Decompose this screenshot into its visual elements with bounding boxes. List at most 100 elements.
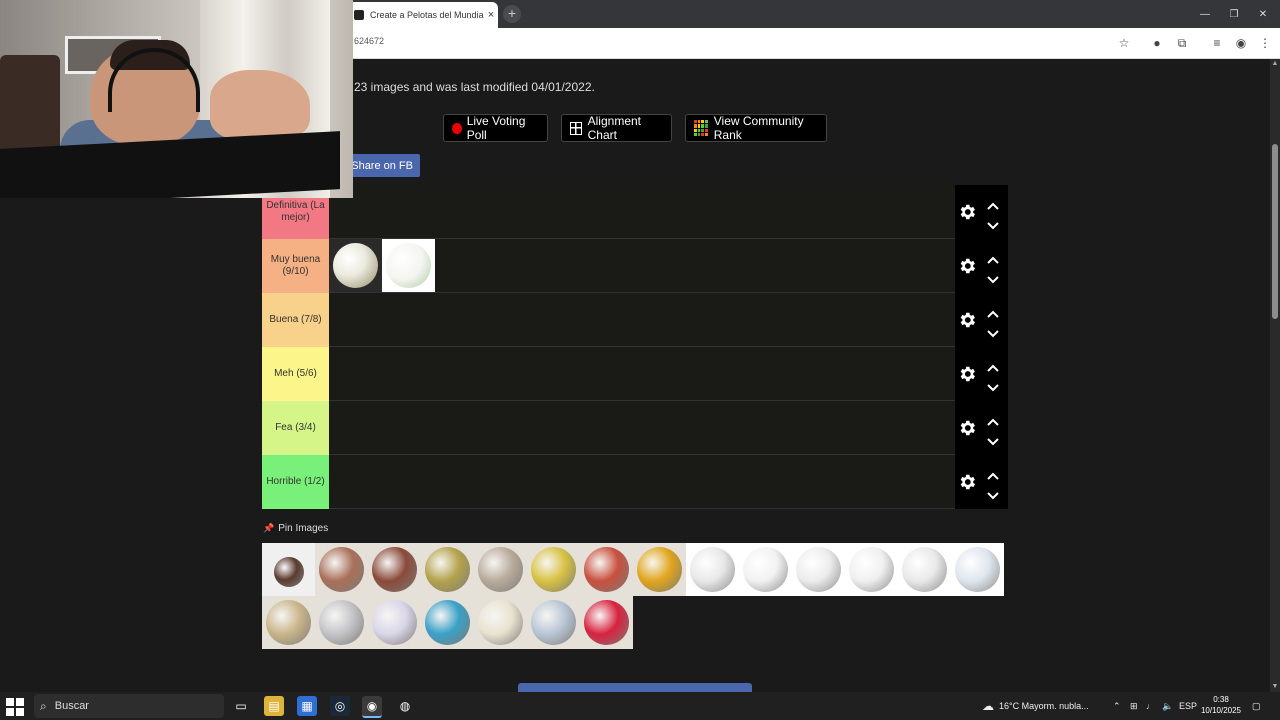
move-up-icon[interactable] [987,467,999,480]
pool-ball-1934[interactable] [315,543,368,596]
network-icon[interactable]: ⊞ [1130,692,1138,720]
pool-ball-1990[interactable] [951,543,1004,596]
url-text[interactable]: 624672 [354,36,384,46]
profile-avatar-icon[interactable]: ◉ [1232,34,1250,52]
move-up-icon[interactable] [987,197,999,210]
tier-label[interactable]: Buena (7/8) [262,293,329,347]
file-explorer-icon[interactable]: ▤ [264,696,284,716]
gear-icon[interactable] [957,364,977,384]
pool-ball-1966[interactable] [633,543,686,596]
pool-ball-1938[interactable] [368,543,421,596]
close-window-button[interactable]: ✕ [1248,0,1278,28]
tier-label[interactable]: Muy buena (9/10) [262,239,329,293]
taskbar-clock[interactable]: 0:38 10/10/2025 [1196,694,1246,716]
gear-icon[interactable] [957,202,977,222]
tab-close-icon[interactable]: × [484,9,498,21]
tier-ball-image[interactable] [382,239,435,292]
tier-row[interactable]: Meh (5/6) [262,347,1008,401]
bottom-button-partial[interactable] [518,683,752,692]
pool-ball-1970[interactable] [686,543,739,596]
gear-icon[interactable] [957,418,977,438]
share-fb-button[interactable]: Share on FB [350,154,420,177]
tier-ball-image[interactable] [329,239,382,292]
notification-icon[interactable]: ▢ [1252,692,1261,720]
scroll-thumb[interactable] [1272,144,1278,319]
move-up-icon[interactable] [987,359,999,372]
gear-icon[interactable] [957,310,977,330]
tray-chevron-icon[interactable]: ⌃ [1113,692,1121,720]
language-indicator[interactable]: ESP [1179,692,1197,720]
community-rank-button[interactable]: View Community Rank [685,114,827,142]
alignment-chart-button[interactable]: Alignment Chart [561,114,672,142]
new-tab-button[interactable]: + [503,5,521,23]
minimize-button[interactable]: — [1190,0,1220,28]
volume-icon[interactable]: 🔈 [1162,692,1173,720]
pool-ball-1950[interactable] [421,543,474,596]
pool-ball-1974[interactable] [739,543,792,596]
pool-ball-2014[interactable] [527,596,580,649]
gear-icon[interactable] [957,472,977,492]
page-scrollbar[interactable]: ▲ ▼ [1270,59,1280,692]
pool-ball-1954[interactable] [474,543,527,596]
ball-graphic [372,547,417,592]
weather-widget[interactable]: ☁ 16°C Mayorm. nubla... [982,692,1089,720]
move-down-icon[interactable] [987,271,999,284]
tier-row[interactable]: Fea (3/4) [262,401,1008,455]
move-up-icon[interactable] [987,305,999,318]
extension-icon[interactable]: ● [1148,34,1166,52]
move-down-icon[interactable] [987,379,999,392]
pool-ball-1962[interactable] [580,543,633,596]
pool-ball-1978[interactable] [792,543,845,596]
move-down-icon[interactable] [987,487,999,500]
store-icon[interactable]: ▦ [297,696,317,716]
move-down-icon[interactable] [987,325,999,338]
tier-label[interactable]: Meh (5/6) [262,347,329,401]
pool-ball-1994[interactable] [262,596,315,649]
taskbar-search[interactable]: ⌕ Buscar [34,694,224,718]
tier-row[interactable]: Muy buena (9/10) [262,239,1008,293]
media-icon[interactable]: ≡ [1208,34,1226,52]
pool-ball-2018[interactable] [580,596,633,649]
gear-icon[interactable] [957,256,977,276]
pool-ball-1958[interactable] [527,543,580,596]
tier-row[interactable]: Definitiva (La mejor) [262,185,1008,239]
pool-ball-1982[interactable] [845,543,898,596]
chrome-icon[interactable]: ◉ [362,696,382,718]
pool-ball-2002[interactable] [368,596,421,649]
ball-graphic [478,547,523,592]
pool-ball-1930[interactable] [262,543,315,596]
bookmark-star-icon[interactable]: ☆ [1115,34,1133,52]
pool-ball-2010[interactable] [474,596,527,649]
task-view-icon[interactable]: ▭ [231,696,251,716]
tier-row[interactable]: Buena (7/8) [262,293,1008,347]
mic-icon[interactable]: ♩ [1146,692,1155,720]
tab-active[interactable]: Create a Pelotas del Mundial (L × [346,2,498,28]
move-down-icon[interactable] [987,217,999,230]
cloud-icon: ☁ [982,699,994,713]
tier-controls [955,185,1008,239]
tier-label[interactable]: Horrible (1/2) [262,455,329,509]
tier-items[interactable] [329,239,435,293]
windows-start-icon[interactable] [6,698,24,716]
pool-ball-2006[interactable] [421,596,474,649]
tier-label[interactable]: Fea (3/4) [262,401,329,455]
obs-icon[interactable]: ◍ [395,696,415,716]
scroll-up-icon[interactable]: ▲ [1270,59,1280,69]
puzzle-icon[interactable]: ⧉ [1173,34,1191,52]
tab-title: Create a Pelotas del Mundial (L [370,10,484,20]
steam-icon[interactable]: ◎ [330,696,350,716]
clock-date: 10/10/2025 [1200,706,1242,715]
ball-graphic [637,547,682,592]
pin-images-toggle[interactable]: 📌 Pin Images [263,523,328,534]
menu-dots-icon[interactable]: ⋮ [1256,34,1274,52]
pool-ball-1998[interactable] [315,596,368,649]
search-icon: ⌕ [40,698,47,713]
move-up-icon[interactable] [987,413,999,426]
move-down-icon[interactable] [987,433,999,446]
live-voting-button[interactable]: Live Voting Poll [443,114,548,142]
restore-button[interactable]: ❐ [1219,0,1249,28]
pool-ball-1986[interactable] [898,543,951,596]
scroll-down-icon[interactable]: ▼ [1270,682,1280,692]
move-up-icon[interactable] [987,251,999,264]
tier-row[interactable]: Horrible (1/2) [262,455,1008,509]
